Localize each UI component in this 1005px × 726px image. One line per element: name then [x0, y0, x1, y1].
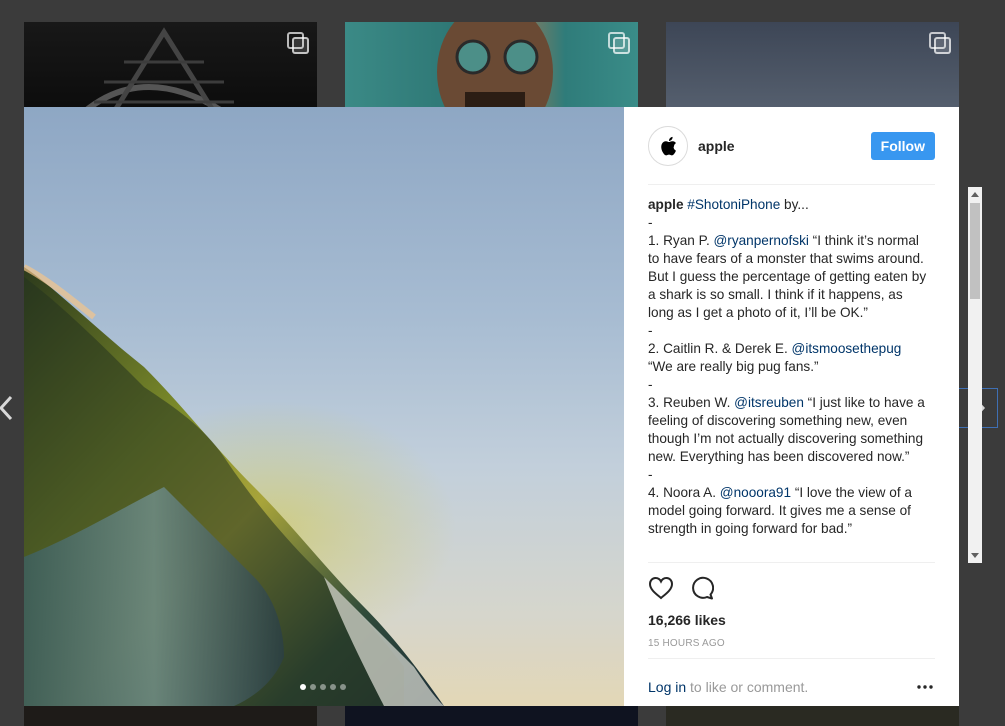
comment-button[interactable] — [690, 576, 715, 605]
entry-name: 2. Caitlin R. & Derek E. — [648, 341, 792, 356]
caption-lines: -1. Ryan P. @ryanpernofski “I think it’s… — [648, 214, 928, 538]
action-bar — [648, 563, 935, 607]
caption-entry: 1. Ryan P. @ryanpernofski “I think it’s … — [648, 232, 928, 322]
carousel-dots — [300, 684, 346, 690]
entry-quote: “We are really big pug fans.” — [648, 359, 819, 374]
mention-link[interactable]: @ryanpernofski — [714, 233, 809, 248]
follow-button[interactable]: Follow — [870, 131, 935, 160]
carousel-dot[interactable] — [300, 684, 306, 690]
chevron-left-icon — [0, 395, 13, 421]
grid-thumbnail[interactable] — [345, 22, 638, 112]
tower-silhouette — [82, 27, 234, 112]
carousel-dot[interactable] — [330, 684, 336, 690]
caption-header: apple #ShotoniPhone by... — [648, 196, 928, 214]
grid-thumbnail[interactable] — [24, 22, 317, 112]
more-options-button[interactable] — [915, 677, 935, 697]
grid-thumbnail[interactable] — [24, 706, 317, 726]
speech-bubble-icon — [692, 576, 715, 599]
multiple-photos-icon — [608, 32, 630, 54]
post-modal: apple Follow apple #ShotoniPhone by... -… — [24, 107, 982, 706]
scroll-up-arrow-icon[interactable] — [971, 192, 979, 197]
comment-prompt: to like or comment. — [686, 679, 809, 695]
username[interactable]: apple — [698, 138, 735, 154]
entry-name: 4. Noora A. — [648, 485, 720, 500]
comment-row: Log in to like or comment. — [648, 659, 935, 715]
entry-name: 1. Ryan P. — [648, 233, 714, 248]
scroll-down-arrow-icon[interactable] — [971, 553, 979, 558]
post-caption: apple #ShotoniPhone by... -1. Ryan P. @r… — [648, 196, 928, 538]
caption-separator: - — [648, 377, 653, 392]
carousel-dot[interactable] — [340, 684, 346, 690]
caption-separator: - — [648, 323, 653, 338]
mention-link[interactable]: @itsreuben — [734, 395, 804, 410]
scrollbar-thumb[interactable] — [970, 203, 980, 299]
mention-link[interactable]: @nooora91 — [720, 485, 791, 500]
post-media[interactable] — [24, 107, 624, 706]
post-sidebar: apple Follow apple #ShotoniPhone by... -… — [624, 107, 982, 706]
more-horizontal-icon — [917, 685, 933, 689]
caption-separator: - — [648, 215, 653, 230]
heart-icon — [648, 576, 674, 599]
like-count[interactable]: 16,266 likes — [648, 612, 935, 628]
grid-thumbnail[interactable] — [666, 22, 959, 112]
previous-post-button[interactable] — [0, 388, 26, 428]
caption-separator: - — [648, 467, 653, 482]
caption-scrollbar[interactable] — [968, 187, 982, 563]
post-timestamp: 15 HOURS AGO — [648, 638, 935, 659]
carousel-dot[interactable] — [310, 684, 316, 690]
portrait-thumbnail — [437, 22, 553, 112]
login-link[interactable]: Log in — [648, 679, 686, 695]
multiple-photos-icon — [929, 32, 951, 54]
multiple-photos-icon — [287, 32, 309, 54]
caption-entry: 3. Reuben W. @itsreuben “I just like to … — [648, 394, 928, 466]
like-button[interactable] — [648, 576, 674, 605]
caption-entry: 4. Noora A. @nooora91 “I love the view o… — [648, 484, 928, 538]
caption-text: by... — [780, 197, 809, 212]
apple-logo-icon — [661, 136, 676, 155]
caption-username[interactable]: apple — [648, 197, 684, 212]
caption-entry: 2. Caitlin R. & Derek E. @itsmoosethepug… — [648, 340, 928, 376]
mention-link[interactable]: @itsmoosethepug — [792, 341, 902, 356]
caption-area[interactable]: apple #ShotoniPhone by... -1. Ryan P. @r… — [648, 185, 935, 563]
entry-name: 3. Reuben W. — [648, 395, 735, 410]
wave-photo — [24, 264, 444, 706]
grid-thumbnail[interactable] — [345, 706, 638, 726]
hashtag-link[interactable]: #ShotoniPhone — [687, 197, 780, 212]
post-header: apple Follow — [648, 107, 935, 185]
carousel-dot[interactable] — [320, 684, 326, 690]
avatar[interactable] — [648, 125, 688, 166]
